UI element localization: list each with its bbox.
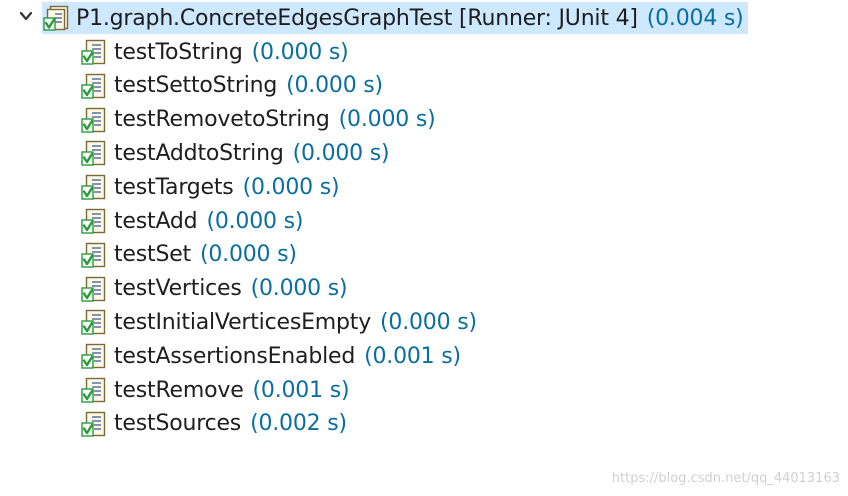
test-case-row[interactable]: testAddtoString (0.000 s) <box>80 137 390 169</box>
test-case-label: testTargets <box>114 174 234 200</box>
test-suite-passed-icon <box>42 4 70 32</box>
test-case-label: testAssertionsEnabled <box>114 343 356 369</box>
test-case-label: testAdd <box>114 208 198 234</box>
test-case-row[interactable]: testTargets (0.000 s) <box>80 171 340 203</box>
test-passed-icon <box>80 376 108 404</box>
test-case-label: testVertices <box>114 276 242 302</box>
test-case-time: (0.000 s) <box>286 73 383 99</box>
test-case-time: (0.000 s) <box>338 107 436 133</box>
test-case-row[interactable]: testAdd (0.000 s) <box>80 205 303 237</box>
test-case-row[interactable]: testRemove (0.001 s) <box>80 374 350 406</box>
test-case-row[interactable]: testSet (0.000 s) <box>80 239 297 271</box>
test-case-label: testInitialVerticesEmpty <box>114 309 372 335</box>
test-case-time: (0.000 s) <box>292 140 390 166</box>
test-case-time: (0.001 s) <box>364 343 461 369</box>
test-case-row[interactable]: testVertices (0.000 s) <box>80 273 348 305</box>
test-case-time: (0.000 s) <box>250 276 348 302</box>
test-passed-icon <box>80 173 108 201</box>
test-case-row[interactable]: testSources (0.002 s) <box>80 408 347 440</box>
collapse-chevron-icon[interactable] <box>18 8 34 24</box>
test-case-label: testAddtoString <box>114 140 284 166</box>
test-case-time: (0.001 s) <box>252 377 350 403</box>
test-suite-label: P1.graph.ConcreteEdgesGraphTest [Runner:… <box>76 5 638 31</box>
test-passed-icon <box>80 207 108 235</box>
test-passed-icon <box>80 139 108 167</box>
test-case-label: testSettoString <box>114 73 278 99</box>
test-case-time: (0.000 s) <box>251 39 349 65</box>
test-passed-icon <box>80 106 108 134</box>
test-case-time: (0.000 s) <box>242 174 340 200</box>
test-case-time: (0.000 s) <box>380 309 477 335</box>
test-passed-icon <box>80 241 108 269</box>
test-case-row[interactable]: testSettoString (0.000 s) <box>80 70 383 102</box>
test-case-time: (0.000 s) <box>199 242 297 268</box>
test-case-label: testRemovetoString <box>114 107 330 133</box>
test-case-label: testSet <box>114 242 191 268</box>
test-case-row[interactable]: testToString (0.000 s) <box>80 36 349 68</box>
test-passed-icon <box>80 38 108 66</box>
test-passed-icon <box>80 410 108 438</box>
test-case-row[interactable]: testInitialVerticesEmpty (0.000 s) <box>80 306 477 338</box>
test-case-label: testRemove <box>114 377 244 403</box>
test-case-row[interactable]: testAssertionsEnabled (0.001 s) <box>80 340 461 372</box>
test-case-label: testSources <box>114 411 242 437</box>
test-case-row[interactable]: testRemovetoString (0.000 s) <box>80 104 436 136</box>
watermark: https://blog.csdn.net/qq_44013163 <box>611 471 840 486</box>
test-suite-row[interactable]: P1.graph.ConcreteEdgesGraphTest [Runner:… <box>42 2 748 34</box>
test-case-time: (0.002 s) <box>250 411 347 437</box>
test-case-time: (0.000 s) <box>206 208 304 234</box>
test-passed-icon <box>80 342 108 370</box>
test-case-label: testToString <box>114 39 243 65</box>
test-passed-icon <box>80 72 108 100</box>
test-suite-time: (0.004 s) <box>646 5 744 31</box>
test-passed-icon <box>80 308 108 336</box>
test-passed-icon <box>80 275 108 303</box>
